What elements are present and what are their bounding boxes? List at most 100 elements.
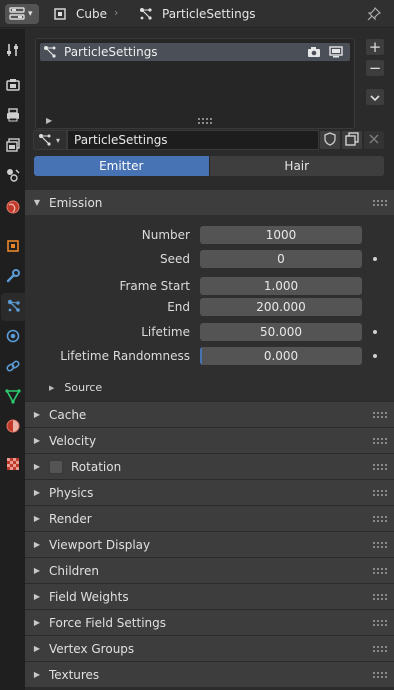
panel-field-weights-header[interactable]: ▶ Field Weights [25, 583, 394, 609]
object-tab[interactable] [0, 233, 25, 261]
object-icon [5, 238, 21, 257]
tool-icon [5, 42, 21, 61]
collapsed-arrow-icon: ▶ [33, 410, 41, 419]
browse-settings-button[interactable]: ▾ [33, 130, 67, 150]
settings-name-field[interactable]: ParticleSettings [67, 130, 319, 150]
drag-handle-icon[interactable] [373, 620, 387, 626]
material-tab[interactable] [0, 413, 25, 441]
collapsed-arrow-icon: ▶ [33, 566, 41, 575]
particles-tab[interactable] [1, 293, 26, 321]
render-tab[interactable] [0, 72, 25, 100]
modifiers-tab[interactable] [0, 263, 25, 291]
tool-tab[interactable] [0, 37, 25, 65]
panel-title: Velocity [49, 433, 97, 448]
panel-velocity-header[interactable]: ▶ Velocity [25, 427, 394, 453]
add-particle-system-button[interactable]: + [365, 38, 385, 56]
collapsed-arrow-icon: ▶ [33, 592, 41, 601]
keyframe-dot-icon[interactable] [373, 257, 377, 261]
particle-system-list[interactable]: ParticleSettings ▶ [35, 38, 355, 129]
drag-handle-icon[interactable] [373, 412, 387, 418]
panel-emission-header[interactable]: ▼ Emission [25, 189, 394, 215]
constraints-tab[interactable] [0, 353, 25, 381]
keyframe-dot-icon[interactable] [373, 330, 377, 334]
panel-title: Field Weights [49, 589, 129, 604]
panel-viewport-display-header[interactable]: ▶ Viewport Display [25, 531, 394, 557]
list-expand-arrow-icon[interactable]: ▶ [46, 116, 52, 125]
panel-title: Children [49, 563, 99, 578]
fake-user-button[interactable] [319, 130, 341, 150]
panel-rotation-header[interactable]: ▶ Rotation [25, 453, 394, 479]
keyframe-dot-icon[interactable] [373, 354, 377, 358]
panel-physics-header[interactable]: ▶ Physics [25, 479, 394, 505]
scene-icon [5, 167, 21, 186]
specials-menu-button[interactable] [365, 88, 385, 106]
scene-tab[interactable] [0, 162, 25, 190]
emitter-option[interactable]: Emitter [34, 156, 209, 176]
slider-fill [200, 347, 202, 365]
subpanel-source-header[interactable]: ▶ Source [49, 381, 102, 394]
lifetime-randomness-slider[interactable]: 0.000 [200, 347, 362, 365]
drag-handle-icon[interactable] [373, 464, 387, 470]
drag-handle-icon[interactable] [373, 646, 387, 652]
panel-enable-checkbox[interactable] [49, 459, 63, 474]
texture-tab[interactable] [0, 451, 25, 479]
data-tab[interactable] [0, 383, 25, 411]
panel-render-header[interactable]: ▶ Render [25, 505, 394, 531]
material-icon [5, 418, 21, 437]
camera-icon[interactable] [306, 45, 322, 59]
world-tab[interactable] [0, 194, 25, 222]
render-icon [5, 77, 21, 96]
panel-title: Textures [49, 667, 100, 682]
object-cube-icon [52, 6, 68, 22]
drag-handle-icon[interactable] [373, 672, 387, 678]
panel-emission-body: Number 1000 Seed 0 Frame Start 1.000 End… [25, 215, 394, 401]
collapsed-arrow-icon: ▶ [33, 670, 41, 679]
remove-particle-system-button[interactable]: − [365, 59, 385, 77]
frame-start-field[interactable]: 1.000 [200, 277, 362, 295]
collapsed-arrow-icon: ▶ [33, 540, 41, 549]
number-field[interactable]: 1000 [200, 226, 362, 244]
drag-handle-icon[interactable] [373, 516, 387, 522]
list-item[interactable]: ParticleSettings [40, 43, 350, 61]
drag-handle-icon[interactable] [373, 490, 387, 496]
panel-children-header[interactable]: ▶ Children [25, 557, 394, 583]
editor-type-button[interactable]: ▾ [5, 4, 39, 24]
seed-label: Seed [160, 252, 190, 266]
output-tab[interactable] [0, 102, 25, 130]
drag-handle-icon[interactable] [373, 200, 387, 206]
hair-option[interactable]: Hair [208, 156, 384, 176]
number-label: Number [141, 228, 190, 242]
close-icon [369, 133, 379, 147]
list-resize-grip-icon[interactable] [198, 118, 212, 124]
panel-cache-header[interactable]: ▶ Cache [25, 401, 394, 427]
panel-vertex-groups-header[interactable]: ▶ Vertex Groups [25, 635, 394, 661]
physics-tab[interactable] [0, 323, 25, 351]
chevron-down-icon: ▾ [56, 135, 61, 145]
collapsed-arrow-icon: ▶ [33, 644, 41, 653]
collapsed-arrow-icon: ▶ [33, 436, 41, 445]
end-field[interactable]: 200.000 [200, 298, 362, 316]
unlink-settings-button[interactable] [363, 130, 385, 150]
particles-icon [6, 298, 22, 317]
drag-handle-icon[interactable] [373, 438, 387, 444]
view-layer-tab[interactable] [0, 132, 25, 160]
monitor-icon[interactable] [328, 45, 344, 59]
properties-main: ParticleSettings ▶ + − ▾ ParticleSetting… [25, 29, 394, 690]
panel-title: Emission [49, 195, 103, 210]
lifetime-randomness-label: Lifetime Randomness [60, 349, 190, 363]
lifetime-field[interactable]: 50.000 [200, 323, 362, 341]
list-item-label: ParticleSettings [64, 45, 158, 59]
end-label: End [167, 300, 190, 314]
pin-icon[interactable] [366, 6, 382, 22]
texture-icon [5, 456, 21, 475]
chevron-down-icon [370, 90, 380, 105]
seed-field[interactable]: 0 [200, 250, 362, 268]
panel-textures-header[interactable]: ▶ Textures [25, 661, 394, 687]
breadcrumb-settings: ParticleSettings [138, 5, 256, 23]
drag-handle-icon[interactable] [373, 542, 387, 548]
properties-editor-icon [8, 6, 26, 22]
drag-handle-icon[interactable] [373, 568, 387, 574]
duplicate-settings-button[interactable] [341, 130, 363, 150]
panel-force-field-settings-header[interactable]: ▶ Force Field Settings [25, 609, 394, 635]
drag-handle-icon[interactable] [373, 594, 387, 600]
